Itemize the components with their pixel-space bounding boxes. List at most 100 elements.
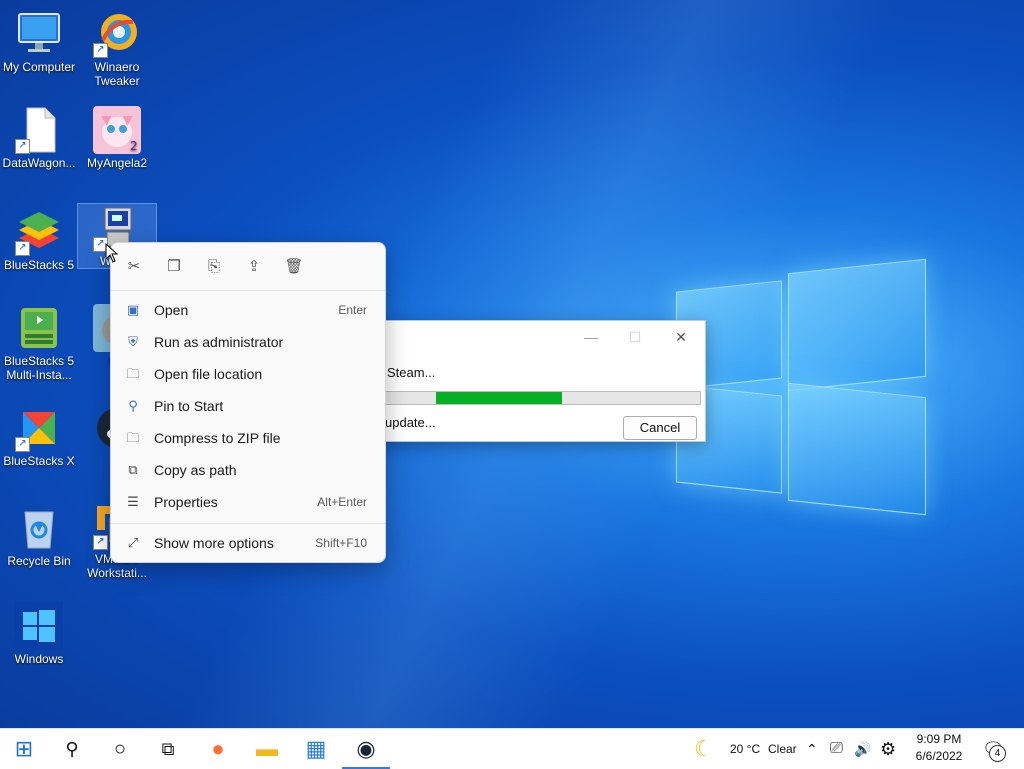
cancel-button[interactable]: Cancel xyxy=(623,416,697,440)
menu-item-shortcut: Enter xyxy=(338,303,367,317)
menu-item-pin-to-start[interactable]: ⚲ Pin to Start xyxy=(115,391,381,421)
logo-pane-tr xyxy=(788,258,926,392)
cut-icon[interactable]: ✂ xyxy=(119,255,149,279)
quick-actions-bar: ✂ ❐ ⎘ ⇪ 🗑 xyxy=(119,255,319,279)
notification-count-badge: 4 xyxy=(989,745,1006,762)
menu-item-label: Open file location xyxy=(154,366,263,382)
menu-item-label: Pin to Start xyxy=(154,398,224,414)
menu-item-properties[interactable]: ☰ Properties Alt+Enter xyxy=(115,487,381,517)
close-icon[interactable]: ✕ xyxy=(659,325,703,349)
desktop-icon-label: BlueStacks X xyxy=(3,454,75,468)
bluestacks-x-icon: ↗ xyxy=(15,404,63,452)
folder-icon: 🗀 xyxy=(126,366,140,381)
weather-condition[interactable]: Clear xyxy=(768,729,797,769)
update-title-text: Steam... xyxy=(387,365,436,380)
menu-divider xyxy=(111,290,385,291)
desktop-icon-bluestacks-multi-instance[interactable]: BlueStacks 5 Multi-Insta... xyxy=(0,304,78,382)
more-options-icon: ⤢ xyxy=(127,535,139,550)
network-icon[interactable]: ⎚ xyxy=(830,729,843,769)
desktop-icon-my-computer[interactable]: My Computer xyxy=(0,10,78,74)
desktop-icon-label: Winaero Tweaker xyxy=(94,60,140,88)
menu-item-copy-as-path[interactable]: ⧉ Copy as path xyxy=(115,455,381,485)
cortana-button[interactable]: ○ xyxy=(96,729,144,769)
menu-item-label: Open xyxy=(154,302,189,318)
desktop-icon-bluestacks-5[interactable]: ↗ BlueStacks 5 xyxy=(0,208,78,272)
file-explorer-taskbar-icon[interactable]: ▬ xyxy=(243,729,291,769)
clock[interactable]: 9:09 PM 6/6/2022 xyxy=(904,731,974,765)
update-status-text: update... xyxy=(385,415,436,430)
search-button[interactable]: ⚲ xyxy=(48,729,96,769)
desktop-icon-label: MyAngela2 xyxy=(86,156,148,170)
zip-folder-icon: 🗀 xyxy=(126,430,140,445)
winaero-tweaker-icon: ↗ xyxy=(93,10,141,58)
maximize-icon[interactable]: ☐ xyxy=(613,325,657,349)
shortcut-arrow-icon: ↗ xyxy=(15,437,30,452)
windows-logo-icon xyxy=(15,602,63,650)
context-menu: ✂ ❐ ⎘ ⇪ 🗑 ▣ Open Enter ⛨ Run as administ… xyxy=(110,242,386,563)
show-hidden-icons-chevron-icon[interactable]: ⌃ xyxy=(806,729,818,769)
taskbar: ⊞ ⚲ ○ ⧉ ● ▬ ▦ ◉ ☾ 20 °C Clear ⌃ ⎚ 🔊 ⚙ 9:… xyxy=(0,728,1024,769)
desktop-icon-recycle-bin[interactable]: Recycle Bin xyxy=(0,504,78,568)
properties-icon: ☰ xyxy=(127,494,139,509)
my-angela-icon: 2 xyxy=(93,106,141,154)
blank-document-icon: ↗ xyxy=(15,106,63,154)
desktop-icon-datawagon[interactable]: ↗ DataWagon... xyxy=(0,106,78,170)
desktop-icon-label: Recycle Bin xyxy=(7,554,71,568)
clock-date: 6/6/2022 xyxy=(915,749,963,763)
mouse-cursor-icon xyxy=(105,243,119,263)
desktop-icon-bluestacks-x[interactable]: ↗ BlueStacks X xyxy=(0,404,78,468)
desktop-icon-winaero-tweaker[interactable]: ↗ Winaero Tweaker xyxy=(78,10,156,88)
shortcut-arrow-icon: ↗ xyxy=(15,139,30,154)
task-view-button[interactable]: ⧉ xyxy=(144,729,192,769)
microsoft-store-taskbar-icon[interactable]: ▦ xyxy=(292,729,340,769)
delete-icon[interactable]: 🗑 xyxy=(279,255,309,279)
menu-item-run-as-administrator[interactable]: ⛨ Run as administrator xyxy=(115,327,381,357)
firefox-taskbar-icon[interactable]: ● xyxy=(194,729,242,769)
start-button[interactable]: ⊞ xyxy=(0,729,48,769)
menu-item-label: Compress to ZIP file xyxy=(154,430,281,446)
desktop-icon-label: DataWagon... xyxy=(2,156,76,170)
menu-item-compress-to-zip[interactable]: 🗀 Compress to ZIP file xyxy=(115,423,381,453)
steam-update-window: — ☐ ✕ Steam... update... Cancel xyxy=(350,320,706,442)
progress-fill xyxy=(436,392,562,404)
volume-icon[interactable]: 🔊 xyxy=(854,729,871,769)
menu-item-show-more-options[interactable]: ⤢ Show more options Shift+F10 xyxy=(115,528,381,558)
recycle-bin-icon xyxy=(15,504,63,552)
menu-item-label: Show more options xyxy=(154,535,274,551)
desktop-icon-label: BlueStacks 5 xyxy=(3,258,75,272)
minimize-icon[interactable]: — xyxy=(569,325,613,349)
share-icon[interactable]: ⇪ xyxy=(239,255,269,279)
desktop-icon-label: My Computer xyxy=(2,60,76,74)
desktop-icon-label: BlueStacks 5 Multi-Insta... xyxy=(3,354,75,382)
copy-icon[interactable]: ❐ xyxy=(159,255,189,279)
monitor-icon xyxy=(15,10,63,58)
clock-time: 9:09 PM xyxy=(916,732,962,746)
shortcut-arrow-icon: ↗ xyxy=(15,241,30,256)
shortcut-arrow-icon: ↗ xyxy=(93,43,108,58)
menu-item-open-file-location[interactable]: 🗀 Open file location xyxy=(115,359,381,389)
weather-temperature[interactable]: 20 °C xyxy=(730,729,760,769)
desktop-icon-windows[interactable]: Windows xyxy=(0,602,78,666)
rename-icon[interactable]: ⎘ xyxy=(199,255,229,279)
weather-moon-icon[interactable]: ☾ xyxy=(694,729,714,769)
wallpaper-windows-logo xyxy=(676,256,928,516)
steam-taskbar-icon[interactable]: ◉ xyxy=(342,729,390,769)
menu-item-shortcut: Alt+Enter xyxy=(317,495,367,509)
svg-text:2: 2 xyxy=(130,139,138,153)
settings-gear-icon[interactable]: ⚙ xyxy=(880,729,896,769)
desktop-icon-myangela2[interactable]: 2 MyAngela2 xyxy=(78,106,156,170)
menu-item-open[interactable]: ▣ Open Enter xyxy=(115,295,381,325)
logo-pane-br xyxy=(788,382,926,516)
bluestacks-multi-instance-icon xyxy=(15,304,63,352)
shortcut-arrow-icon: ↗ xyxy=(93,535,108,550)
update-progress-bar xyxy=(385,391,701,405)
shield-icon: ⛨ xyxy=(128,334,138,349)
menu-item-label: Copy as path xyxy=(154,462,237,478)
menu-item-label: Properties xyxy=(154,494,218,510)
menu-item-label: Run as administrator xyxy=(154,334,284,350)
copy-path-icon: ⧉ xyxy=(128,462,138,477)
pin-icon: ⚲ xyxy=(128,398,138,413)
desktop-icon-label: Windows xyxy=(14,652,64,666)
bluestacks-icon: ↗ xyxy=(15,208,63,256)
open-icon: ▣ xyxy=(126,302,140,317)
